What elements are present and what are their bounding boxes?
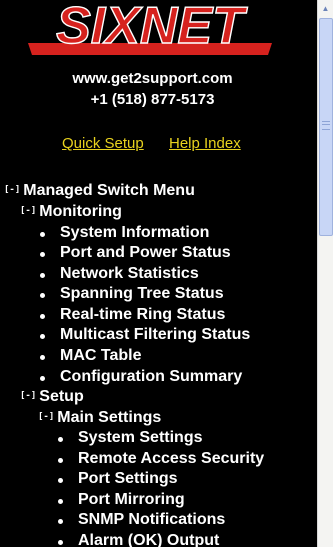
sixnet-logo: SIXNET [28, 3, 272, 56]
menu-item-real-time-ring-status[interactable]: Real-time Ring Status [39, 306, 225, 324]
vertical-scrollbar[interactable]: ▲ [317, 0, 333, 547]
collapse-toggle-icon[interactable]: [-] [38, 412, 54, 422]
menu-group-setup[interactable]: [-] Setup [20, 388, 84, 406]
main-settings-label: Main Settings [57, 409, 162, 426]
navigation-frame: SIXNET www.get2support.com +1 (518) 877-… [0, 0, 317, 547]
menu-item-spanning-tree-status[interactable]: Spanning Tree Status [40, 285, 224, 303]
support-website: www.get2support.com [72, 70, 233, 87]
menu-item-system-information[interactable]: System Information [39, 224, 209, 242]
support-phone: +1 (518) 877-5173 [90, 91, 215, 108]
menu-group-main-settings[interactable]: [-] Main Settings [38, 409, 161, 427]
menu-item-snmp-notifications[interactable]: SNMP Notifications [57, 511, 225, 529]
menu-item-network-statistics[interactable]: Network Statistics [40, 265, 199, 283]
scrollbar-grip-icon [322, 121, 330, 130]
menu-root-label: Managed Switch Menu [23, 182, 195, 199]
collapse-toggle-icon[interactable]: [-] [20, 206, 36, 216]
menu-group-monitoring[interactable]: [-] Monitoring [20, 203, 122, 221]
menu-item-port-mirroring[interactable]: Port Mirroring [58, 491, 185, 509]
logo-text: SIXNET [56, 3, 248, 55]
setup-label: Setup [39, 388, 84, 405]
help-index-link[interactable]: Help Index [169, 135, 241, 152]
collapse-toggle-icon[interactable]: [-] [20, 391, 36, 401]
monitoring-label: Monitoring [39, 203, 122, 220]
quick-setup-link[interactable]: Quick Setup [62, 135, 144, 152]
menu-item-multicast-filtering-status[interactable]: Multicast Filtering Status [39, 326, 250, 344]
menu-item-port-settings[interactable]: Port Settings [58, 470, 178, 488]
scrollbar-thumb[interactable] [319, 18, 333, 236]
menu-item-remote-access-security[interactable]: Remote Access Security [57, 450, 264, 468]
collapse-toggle-icon[interactable]: [-] [4, 185, 20, 195]
menu-item-system-settings[interactable]: System Settings [57, 429, 202, 447]
menu-item-mac-table[interactable]: MAC Table [39, 347, 141, 365]
menu-item-port-and-power-status[interactable]: Port and Power Status [40, 244, 231, 262]
menu-item-alarm-ok-output[interactable]: Alarm (OK) Output [57, 532, 219, 547]
menu-root-managed-switch[interactable]: [-] Managed Switch Menu [4, 182, 195, 200]
menu-item-configuration-summary[interactable]: Configuration Summary [39, 368, 242, 386]
scroll-up-arrow-icon[interactable]: ▲ [318, 0, 333, 17]
